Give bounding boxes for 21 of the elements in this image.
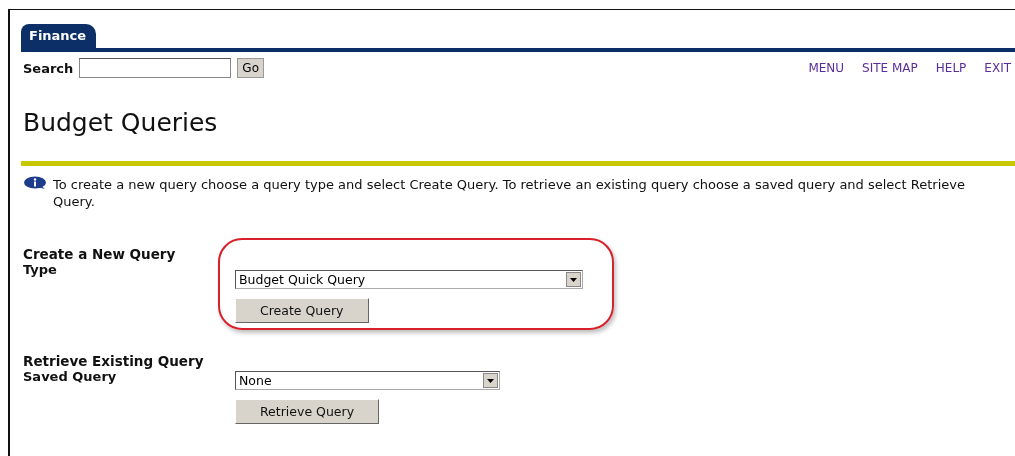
nav-link[interactable]: EXIT: [984, 61, 1011, 75]
query-button[interactable]: Retrieve Query: [235, 399, 380, 424]
caret-icon: [487, 378, 494, 383]
caret-icon: [570, 277, 577, 282]
section-heading: Retrieve Existing Query: [23, 353, 205, 369]
search-label: Search: [23, 60, 74, 76]
nav-link[interactable]: HELP: [935, 61, 967, 75]
query-select[interactable]: None: [235, 371, 500, 390]
page-title: Budget Queries: [23, 108, 219, 137]
nav-link[interactable]: MENU: [808, 61, 845, 75]
info-icon: [23, 176, 47, 190]
search-field[interactable]: [79, 58, 232, 78]
info-text: To create a new query choose a query type and select Create Query. To retrieve an existing query choose a saved query and select Retrieve Query.: [53, 176, 966, 210]
section-heading: Create a New Query: [23, 246, 177, 262]
field-label: Saved Query: [23, 369, 118, 386]
field-label: Type: [23, 262, 58, 279]
query-select[interactable]: Budget Quick Query: [235, 270, 583, 289]
go-button[interactable]: Go: [237, 58, 264, 78]
nav-link[interactable]: SITE MAP: [862, 61, 918, 75]
query-button[interactable]: Create Query: [235, 298, 369, 323]
finance-tab[interactable]: Finance: [21, 24, 97, 48]
